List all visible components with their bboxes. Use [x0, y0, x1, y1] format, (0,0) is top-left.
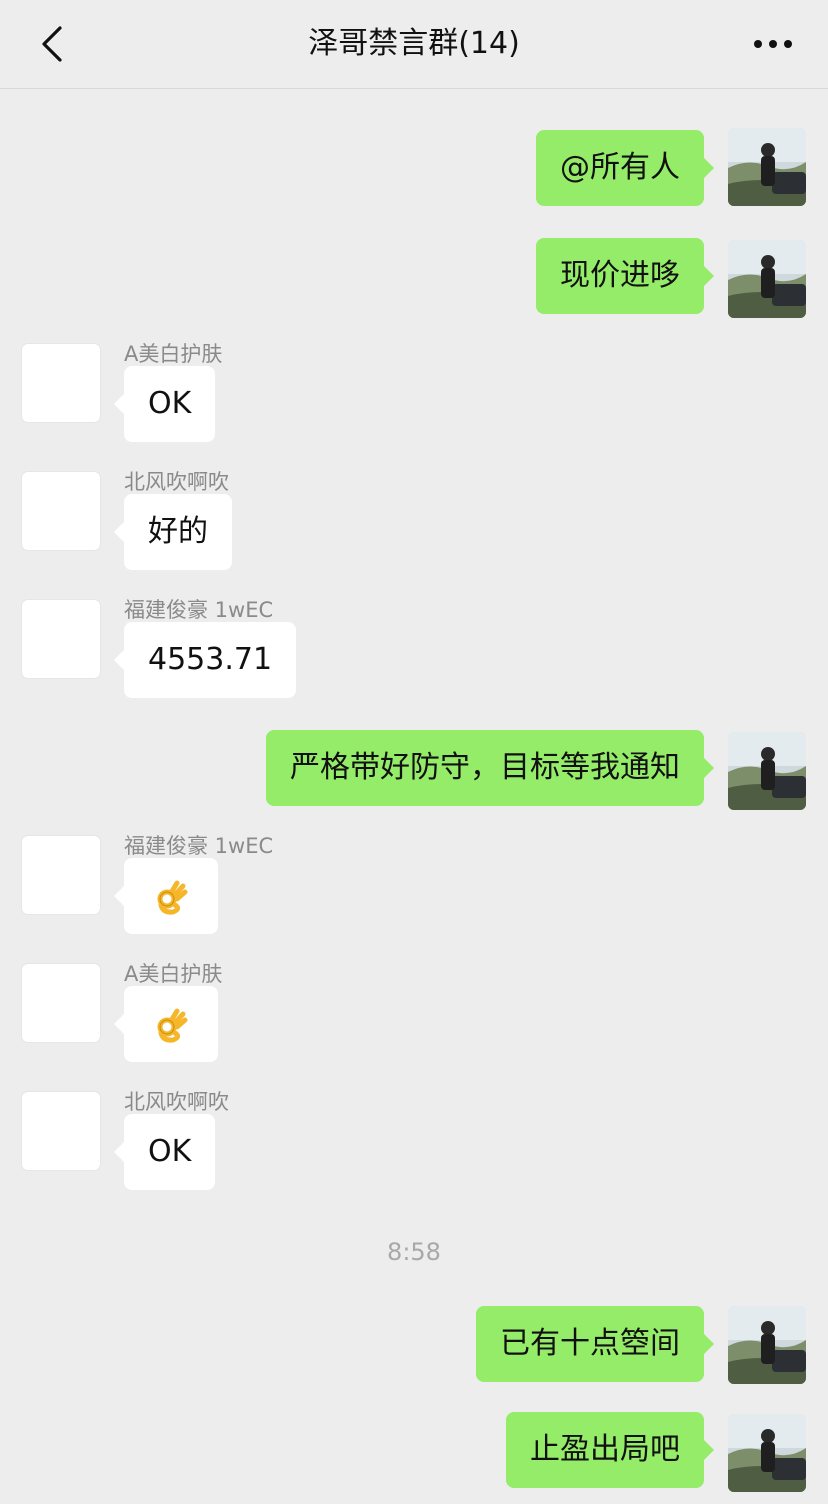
message-row: 现价进哆 [0, 236, 828, 318]
message-bubble[interactable]: 已有十点箜间 [476, 1306, 714, 1382]
message-bubble[interactable]: 4553.71 [113, 622, 297, 698]
avatar-image [728, 1306, 806, 1384]
avatar-self[interactable] [728, 1414, 806, 1492]
message-row: 止盈出局吧 [0, 1412, 828, 1492]
message-bubble[interactable]: @所有人 [536, 130, 714, 206]
sender-name: 北风吹啊吹 [124, 1090, 229, 1114]
message-bubble[interactable]: 严格带好防守，目标等我通知 [266, 730, 714, 806]
avatar-image [728, 732, 806, 810]
message-row: 严格带好防守，目标等我通知 [0, 728, 828, 810]
timestamp: 8:58 [387, 1238, 441, 1266]
message-bubble[interactable] [114, 858, 218, 934]
avatar-image [728, 240, 806, 318]
avatar-self[interactable] [728, 732, 806, 810]
sender-name: 福建俊豪 1wEC [124, 834, 274, 858]
chat-header: 泽哥禁言群(14) [0, 0, 828, 89]
message-row: 北风吹啊吹 OK [0, 1086, 828, 1196]
ok-hand-emoji-icon [157, 880, 188, 915]
ok-hand-emoji-icon [157, 1008, 188, 1043]
sender-name: 北风吹啊吹 [124, 470, 229, 494]
message-bubble[interactable]: OK [113, 1114, 216, 1190]
avatar-member[interactable] [22, 472, 100, 550]
avatar-member[interactable] [22, 344, 100, 422]
avatar-member[interactable] [22, 1092, 100, 1170]
message-row: @所有人 [0, 128, 828, 208]
message-bubble[interactable]: OK [113, 366, 216, 442]
avatar-image [728, 1414, 806, 1492]
avatar-member[interactable] [22, 964, 100, 1042]
avatar-self[interactable] [728, 128, 806, 206]
message-row: 福建俊豪 1wEC [0, 830, 828, 940]
chat-title: 泽哥禁言群(14) [308, 26, 520, 61]
message-row: 福建俊豪 1wEC 4553.71 [0, 594, 828, 704]
message-row: A美白护肤 OK [0, 338, 828, 448]
message-row: 已有十点箜间 [0, 1304, 828, 1384]
avatar-self[interactable] [728, 240, 806, 318]
more-button[interactable] [748, 26, 798, 62]
avatar-member[interactable] [22, 836, 100, 914]
message-bubble[interactable]: 好的 [114, 494, 232, 570]
message-bubble[interactable] [114, 986, 218, 1062]
message-bubble[interactable]: 现价进哆 [536, 238, 714, 314]
message-bubble[interactable]: 止盈出局吧 [506, 1412, 714, 1488]
avatar-image [728, 128, 806, 206]
more-dots-icon [754, 40, 792, 48]
avatar-self[interactable] [728, 1306, 806, 1384]
sender-name: A美白护肤 [124, 962, 223, 986]
sender-name: A美白护肤 [124, 342, 223, 366]
avatar-member[interactable] [22, 600, 100, 678]
message-row: A美白护肤 [0, 958, 828, 1068]
message-row: 北风吹啊吹 好的 [0, 466, 828, 576]
sender-name: 福建俊豪 1wEC [124, 598, 274, 622]
